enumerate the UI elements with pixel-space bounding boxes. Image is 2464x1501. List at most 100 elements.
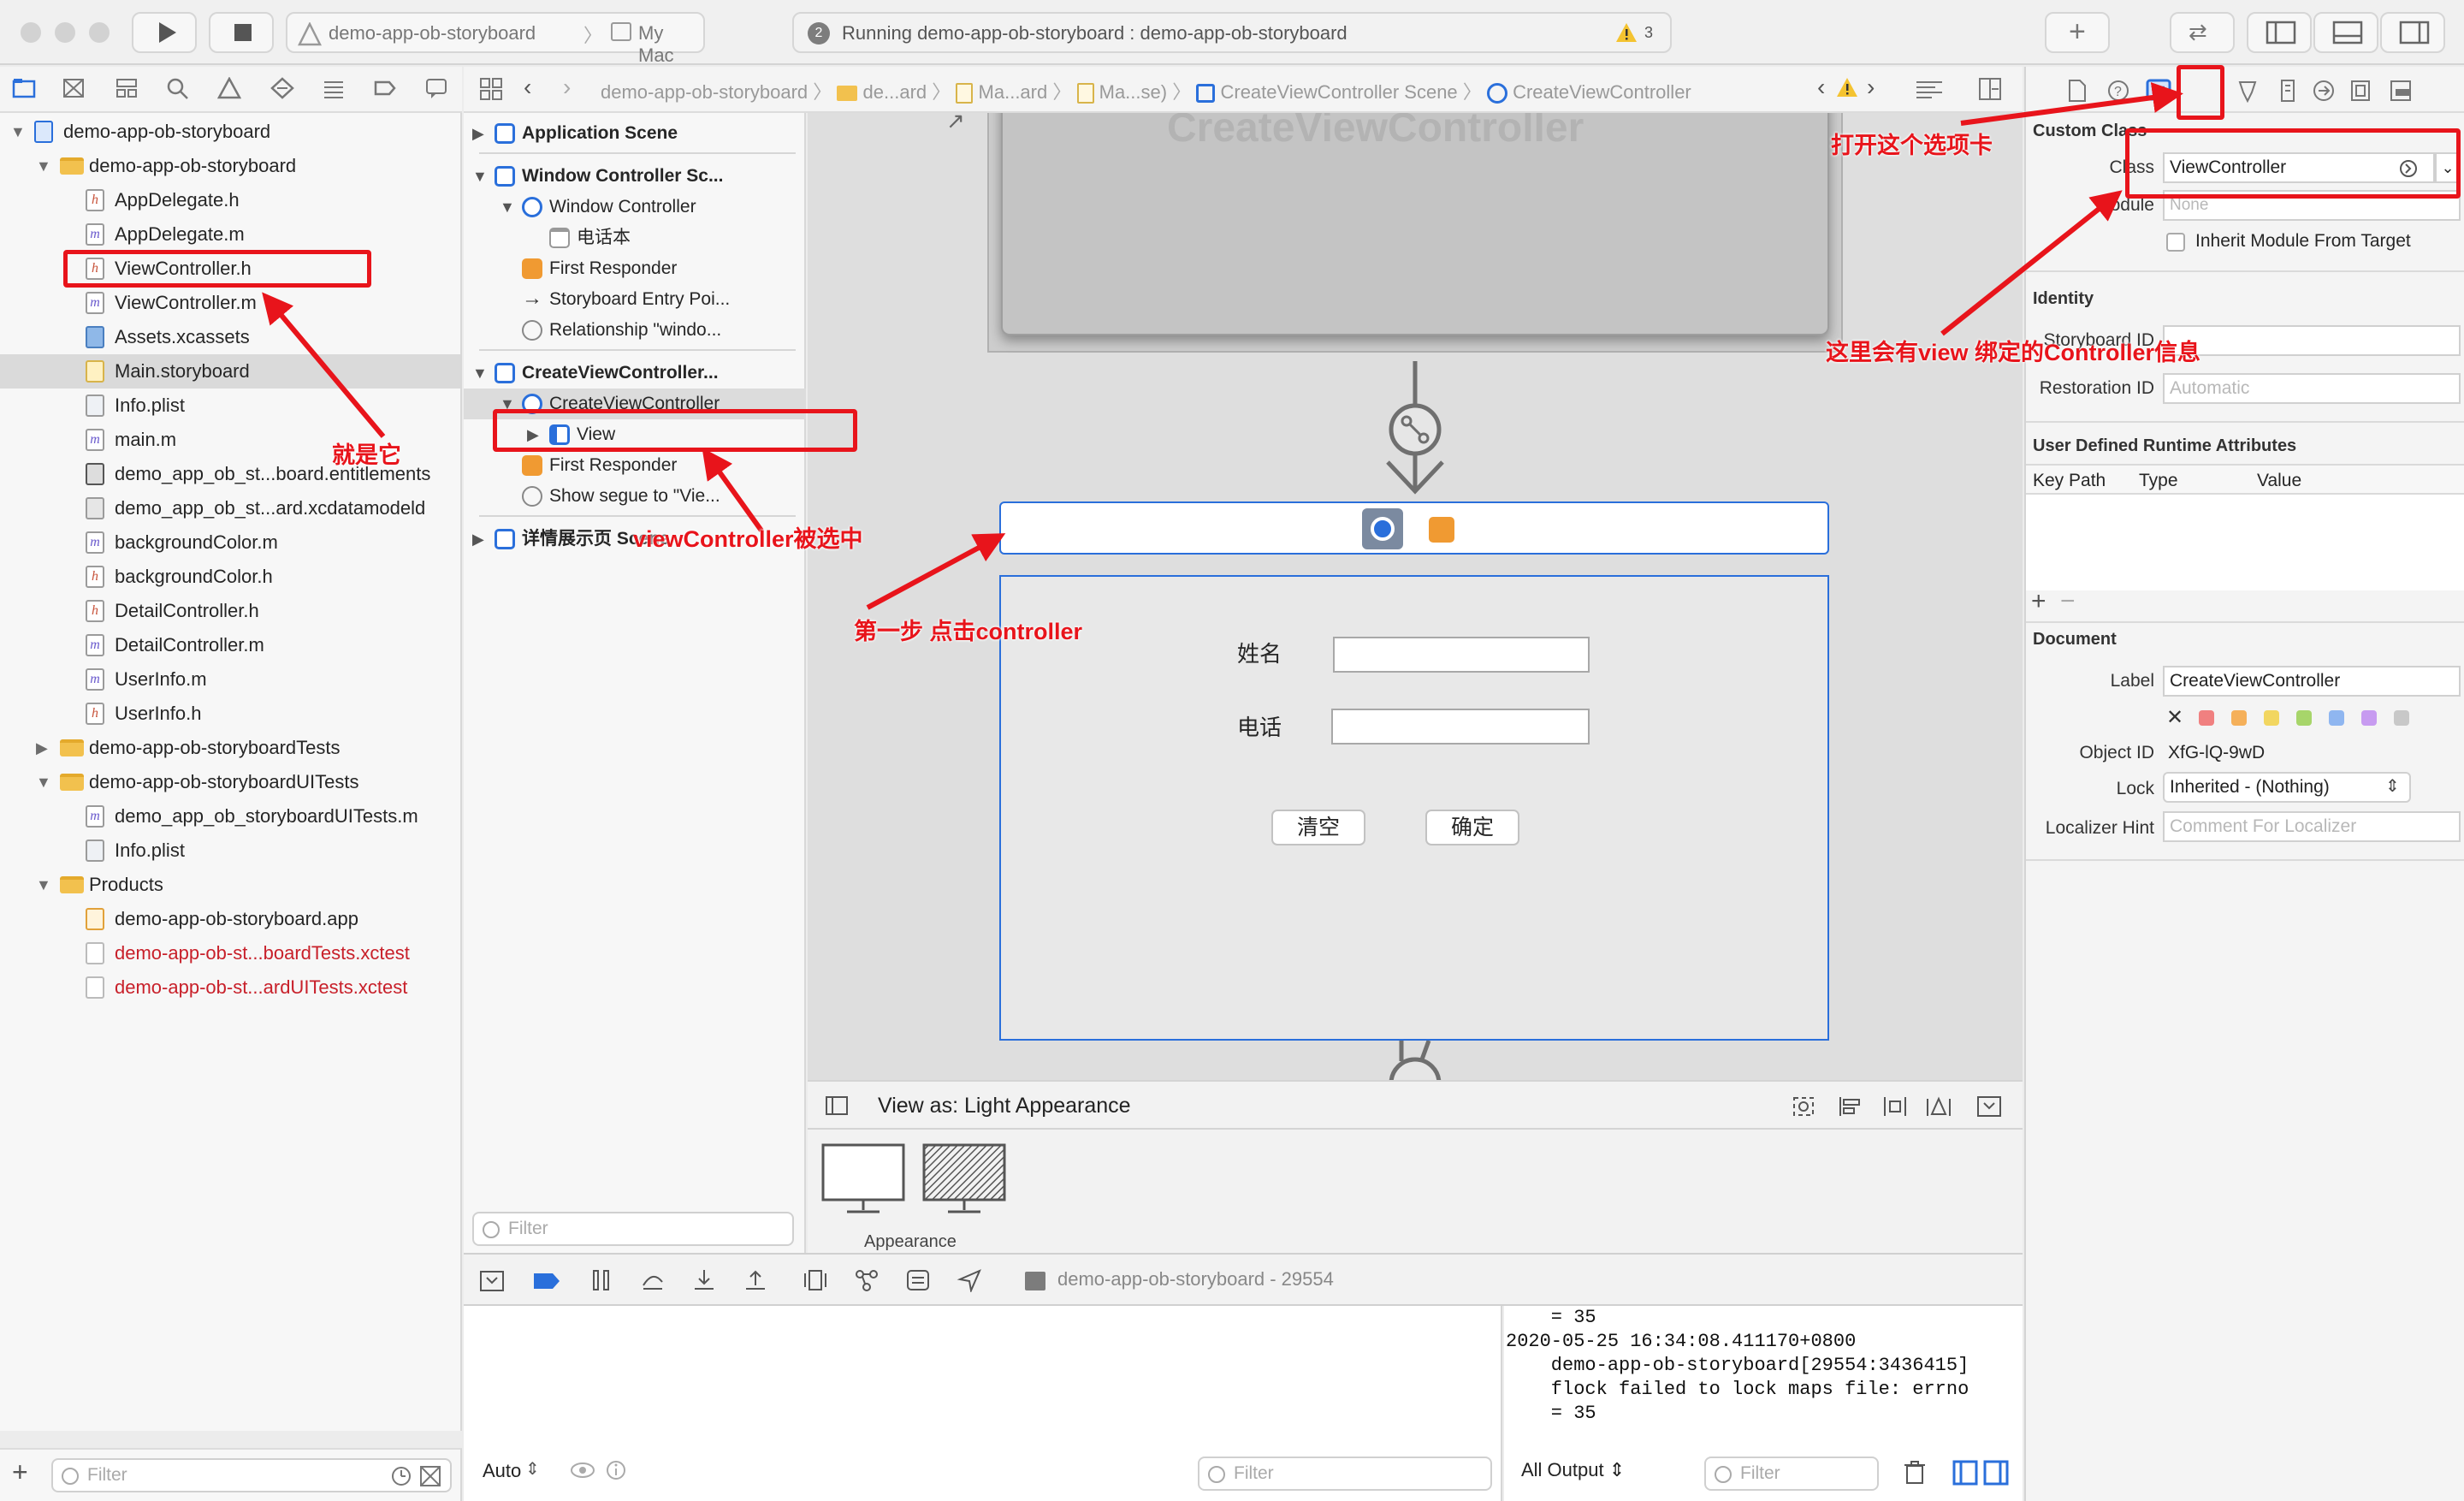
show-variables-icon[interactable]: [1952, 1460, 1978, 1486]
navigator-item[interactable]: Info.plist: [0, 834, 460, 868]
name-text-field[interactable]: [1333, 637, 1590, 673]
navigator-item[interactable]: ▼ demo-app-ob-storyboardUITests: [0, 765, 460, 799]
library-button[interactable]: +: [2045, 12, 2110, 53]
step-out-icon[interactable]: [743, 1268, 768, 1292]
outline-item[interactable]: First Responder: [464, 253, 806, 284]
add-attribute-icon[interactable]: +: [2031, 587, 2046, 616]
report-navigator-icon[interactable]: [424, 77, 448, 99]
add-icon[interactable]: +: [12, 1457, 28, 1488]
navigator-item[interactable]: ▶ demo-app-ob-storyboardTests: [0, 731, 460, 765]
symbol-navigator-icon[interactable]: [115, 77, 139, 99]
navigator-item[interactable]: m AppDelegate.m: [0, 217, 460, 252]
light-appearance-icon[interactable]: [821, 1143, 905, 1215]
disclosure-open-icon[interactable]: ▼: [472, 161, 488, 192]
confirm-button[interactable]: 确定: [1425, 810, 1519, 845]
label-color-swatch[interactable]: [2199, 710, 2214, 726]
udra-column-type[interactable]: Type: [2139, 471, 2178, 491]
navigator-item[interactable]: h DetailController.h: [0, 594, 460, 628]
test-navigator-icon[interactable]: [270, 77, 294, 99]
navigator-item[interactable]: Info.plist: [0, 389, 460, 423]
disclosure-open-icon[interactable]: ▼: [472, 358, 488, 389]
console-filter-input[interactable]: Filter: [1704, 1457, 1879, 1491]
storyboard-canvas[interactable]: CreateViewController ↗ 姓名 电话 清空 确定: [808, 113, 2023, 1080]
label-color-swatch[interactable]: [2264, 710, 2279, 726]
output-filter-select[interactable]: All Output ⇕: [1521, 1458, 1625, 1482]
hide-debug-area-icon[interactable]: [479, 1270, 505, 1292]
storyboard-id-input[interactable]: [2163, 325, 2461, 356]
simulate-location-icon[interactable]: [957, 1268, 982, 1292]
eye-icon[interactable]: [570, 1460, 595, 1480]
navigator-item[interactable]: m UserInfo.m: [0, 662, 460, 697]
warning-icon[interactable]: [1615, 22, 1638, 43]
udra-column-keypath[interactable]: Key Path: [2033, 471, 2106, 491]
udra-table[interactable]: [2026, 495, 2464, 590]
navigator-item[interactable]: h backgroundColor.h: [0, 560, 460, 594]
quick-help-icon[interactable]: ?: [2106, 79, 2130, 103]
debug-navigator-icon[interactable]: [322, 77, 346, 99]
previous-issue-icon[interactable]: ‹: [1817, 74, 1825, 101]
first-responder-cube-icon[interactable]: [1429, 517, 1454, 543]
navigator-item[interactable]: demo-app-ob-st...ardUITests.xctest: [0, 970, 460, 1005]
console-output[interactable]: = 35 2020-05-25 16:34:08.411170+0800 demo…: [1504, 1306, 2023, 1501]
breadcrumb-scene[interactable]: CreateViewController Scene: [1220, 81, 1457, 103]
editor-options-icon[interactable]: [1915, 79, 1944, 101]
minimize-window-button[interactable]: [55, 22, 75, 43]
attributes-inspector-icon[interactable]: [2236, 79, 2259, 103]
navigator-item[interactable]: demo_app_ob_st...ard.xcdatamodeld: [0, 491, 460, 525]
toggle-navigator-button[interactable]: [2247, 12, 2312, 53]
view-controller-view[interactable]: 姓名 电话 清空 确定: [999, 575, 1829, 1041]
align-icon[interactable]: [1838, 1095, 1862, 1118]
navigator-item[interactable]: m DetailController.m: [0, 628, 460, 662]
toggle-debug-button[interactable]: [2313, 12, 2378, 53]
folder-navigator-icon[interactable]: [12, 77, 36, 99]
navigator-item[interactable]: ▼ demo-app-ob-storyboard: [0, 115, 460, 149]
navigator-item[interactable]: ▼ demo-app-ob-storyboard: [0, 149, 460, 183]
outline-item[interactable]: ▶ Application Scene: [464, 118, 806, 149]
step-into-icon[interactable]: [691, 1268, 717, 1292]
warning-icon[interactable]: [1836, 77, 1858, 98]
run-button[interactable]: [132, 12, 197, 53]
scheme-selector[interactable]: demo-app-ob-storyboard 〉 My Mac: [286, 12, 705, 66]
close-window-button[interactable]: [21, 22, 41, 43]
disclosure-open-icon[interactable]: ▼: [10, 115, 26, 149]
toggle-outline-icon[interactable]: [825, 1095, 849, 1116]
disclosure-open-icon[interactable]: ▼: [36, 868, 51, 902]
issue-navigator-icon[interactable]: [217, 77, 241, 99]
next-issue-icon[interactable]: ›: [1867, 74, 1875, 101]
trash-icon[interactable]: [1903, 1460, 1927, 1486]
navigator-item[interactable]: m ViewController.m: [0, 286, 460, 320]
navigator-item[interactable]: h AppDelegate.h: [0, 183, 460, 217]
add-editor-icon[interactable]: [1978, 77, 2002, 101]
breakpoints-toggle-icon[interactable]: [532, 1270, 561, 1292]
disclosure-closed-icon[interactable]: ▶: [472, 118, 484, 149]
breakpoint-navigator-icon[interactable]: [373, 77, 397, 99]
document-label-input[interactable]: CreateViewController: [2163, 666, 2461, 697]
udra-column-value[interactable]: Value: [2257, 471, 2301, 491]
disclosure-closed-icon[interactable]: ▶: [472, 524, 484, 555]
show-console-icon[interactable]: [1983, 1460, 2009, 1486]
outline-item[interactable]: ▼ CreateViewController...: [464, 358, 806, 389]
outline-item[interactable]: 电话本: [464, 222, 806, 253]
scm-filter-icon[interactable]: [419, 1465, 441, 1487]
zoom-fit-icon[interactable]: [1792, 1095, 1815, 1118]
pause-icon[interactable]: [589, 1268, 614, 1292]
remove-attribute-icon[interactable]: −: [2060, 587, 2076, 616]
navigator-item[interactable]: demo-app-ob-storyboard.app: [0, 902, 460, 936]
navigator-item[interactable]: Assets.xcassets: [0, 320, 460, 354]
source-control-icon[interactable]: [62, 77, 86, 99]
disclosure-open-icon[interactable]: ▼: [36, 149, 51, 183]
disclosure-closed-icon[interactable]: ▶: [36, 731, 48, 765]
outline-item[interactable]: First Responder: [464, 450, 806, 481]
clear-color-icon[interactable]: ✕: [2166, 705, 2183, 730]
navigator-item[interactable]: Main.storyboard: [0, 354, 460, 389]
info-icon[interactable]: [606, 1460, 626, 1480]
toggle-inspector-button[interactable]: [2380, 12, 2445, 53]
view-hierarchy-icon[interactable]: [803, 1268, 828, 1292]
variables-filter-input[interactable]: Filter: [1198, 1457, 1492, 1491]
file-inspector-icon[interactable]: [2067, 79, 2088, 103]
label-color-swatch[interactable]: [2394, 710, 2409, 726]
breadcrumb-base[interactable]: Ma...se): [1099, 81, 1167, 103]
outline-item[interactable]: ▼ Window Controller: [464, 192, 806, 222]
outline-item[interactable]: Show segue to "Vie...: [464, 481, 806, 512]
navigator-item[interactable]: m backgroundColor.m: [0, 525, 460, 560]
